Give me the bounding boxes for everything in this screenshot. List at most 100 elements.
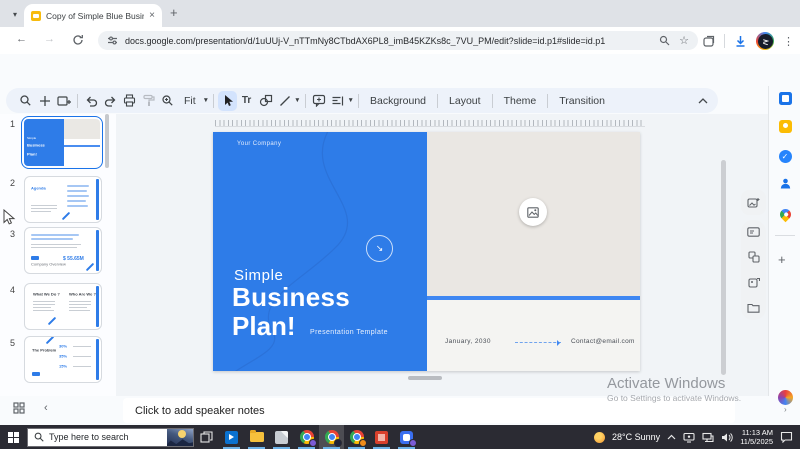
taskbar-search-box[interactable]: Type here to search [27,428,194,447]
site-settings-icon[interactable] [107,35,118,46]
network-tray-icon[interactable] [702,432,714,443]
slide-1-thumbnail[interactable]: Simple Business Plan! [21,116,103,169]
slide-title-bold-2[interactable]: Plan! [232,311,296,342]
new-slide-plus-icon[interactable] [35,91,54,111]
tab-close-icon[interactable]: × [149,10,155,21]
zoom-fit-label[interactable]: Fit [177,95,203,107]
redo-icon[interactable] [101,91,120,111]
folder-button[interactable] [747,303,760,313]
weather-text[interactable]: 28°C Sunny [612,432,660,442]
weather-sun-icon[interactable] [594,432,605,443]
theme-button[interactable]: Theme [497,95,544,107]
layout-button[interactable]: Layout [442,95,488,107]
chrome-profile-2-app-active[interactable] [319,425,344,449]
zoom-in-icon[interactable] [158,91,177,111]
arrow-circle-decoration[interactable]: ↘ [366,235,393,262]
thumb-stat-3: 15% [59,364,67,369]
url-text[interactable]: docs.google.com/presentation/d/1uUUj-V_n… [125,36,652,46]
google-keep-icon[interactable] [777,118,793,134]
text-box-tool[interactable]: Tr [237,91,256,111]
action-center-icon[interactable] [780,431,793,443]
grid-view-icon[interactable] [13,402,25,414]
grid-objects-button[interactable] [748,251,760,263]
browser-tab-strip: ▾ Copy of Simple Blue Business P × + [0,0,800,27]
start-button[interactable] [0,425,27,449]
insert-image-quick-button[interactable] [741,190,766,215]
omnibox[interactable]: docs.google.com/presentation/d/1uUUj-V_n… [98,31,698,50]
zoom-page-icon[interactable] [659,35,670,46]
back-icon[interactable]: ← [16,33,27,45]
photos-app[interactable] [269,425,294,449]
slide-blue-panel[interactable]: Your Company ↘ Simple Business Plan! Pre… [213,132,427,371]
tab-search-chevron-icon[interactable]: ▾ [7,6,23,22]
image-placeholder-area[interactable] [427,132,640,296]
slide-1-number: 1 [10,119,15,129]
print-icon[interactable] [120,91,139,111]
insert-line-tool[interactable] [275,91,294,111]
recorder-overlay-icon[interactable] [778,390,793,405]
zoom-fit-dropdown-icon[interactable]: ▼ [203,97,209,104]
bing-daily-image[interactable] [167,429,193,446]
thumb-stat-2: 35% [59,354,67,359]
insert-shape-tool[interactable] [256,91,275,111]
current-slide[interactable]: Your Company ↘ Simple Business Plan! Pre… [213,132,640,371]
slide-title-bold-1[interactable]: Business [232,282,350,313]
format-dropdown-icon[interactable]: ▼ [348,97,354,104]
browser-menu-icon[interactable]: ⋮ [783,35,794,48]
slide-filmstrip: 1 Simple Business Plan! 2 Agenda [0,114,116,396]
browser-profile-avatar[interactable] [756,32,774,50]
undo-icon[interactable] [82,91,101,111]
file-explorer-app[interactable] [244,425,269,449]
recorder-overlay-chevron-icon[interactable]: › [784,405,787,414]
download-icon[interactable] [734,35,747,48]
new-slide-layout-icon[interactable] [54,91,73,111]
volume-tray-icon[interactable] [721,432,733,443]
slide-5-thumbnail[interactable]: The Problem 30% 35% 15% [24,336,102,383]
red-media-app[interactable] [369,425,394,449]
get-add-ons-button[interactable]: + [778,252,786,267]
google-contacts-icon[interactable] [777,175,793,191]
canvas-vertical-scrollbar[interactable] [721,160,726,375]
bookmark-star-icon[interactable]: ☆ [679,34,689,47]
company-name-text[interactable]: Your Company [237,141,281,147]
search-menus-icon[interactable] [16,91,35,111]
card-view-button[interactable] [747,227,760,237]
collapse-filmstrip-chevron-icon[interactable]: ‹ [44,402,48,414]
blue-utility-app[interactable] [394,425,419,449]
speaker-notes-input[interactable]: Click to add speaker notes [123,398,735,423]
slide-subtitle[interactable]: Presentation Template [310,329,388,336]
display-tray-icon[interactable] [683,432,695,443]
select-tool[interactable] [218,91,237,111]
browser-tab[interactable]: Copy of Simple Blue Business P × [24,4,162,27]
tray-expand-chevron-icon[interactable] [667,434,676,440]
slide-3-thumbnail[interactable]: Company Overview $ 55.65M [24,227,102,274]
slide-contact-text[interactable]: Contact@email.com [571,338,635,345]
chrome-profile-3-app[interactable] [344,425,369,449]
background-button[interactable]: Background [363,95,433,107]
tab-organize-icon[interactable] [702,35,715,48]
google-maps-icon[interactable] [777,206,793,222]
hide-menus-chevron-icon[interactable] [698,98,708,104]
google-calendar-icon[interactable] [777,90,793,106]
task-view-button[interactable] [194,425,219,449]
format-options-icon[interactable] [329,91,348,111]
taskbar-clock[interactable]: 11:13 AM 11/5/2025 [740,428,773,446]
line-dropdown-icon[interactable]: ▼ [294,97,300,104]
insert-comment-tool[interactable] [310,91,329,111]
new-tab-button[interactable]: + [170,5,178,20]
google-tasks-icon[interactable]: ✓ [777,148,793,164]
photo-export-button[interactable] [748,277,760,289]
transition-button[interactable]: Transition [552,95,612,107]
movies-tv-app[interactable] [219,425,244,449]
paint-format-icon[interactable] [139,91,158,111]
slide-date-text[interactable]: January, 2030 [445,338,491,345]
filmstrip-scrollbar[interactable] [105,114,109,168]
slide-4-thumbnail[interactable]: What We Do ? Who Are We ? [24,283,102,330]
slide-footer-area[interactable]: January, 2030 Contact@email.com [427,300,640,371]
canvas-horizontal-scrollbar[interactable] [408,376,442,380]
chrome-profile-1-app[interactable] [294,425,319,449]
slide-2-thumbnail[interactable]: Agenda [24,176,102,223]
insert-image-placeholder-button[interactable] [519,198,547,226]
forward-icon[interactable]: → [44,33,55,45]
reload-icon[interactable] [72,34,84,46]
